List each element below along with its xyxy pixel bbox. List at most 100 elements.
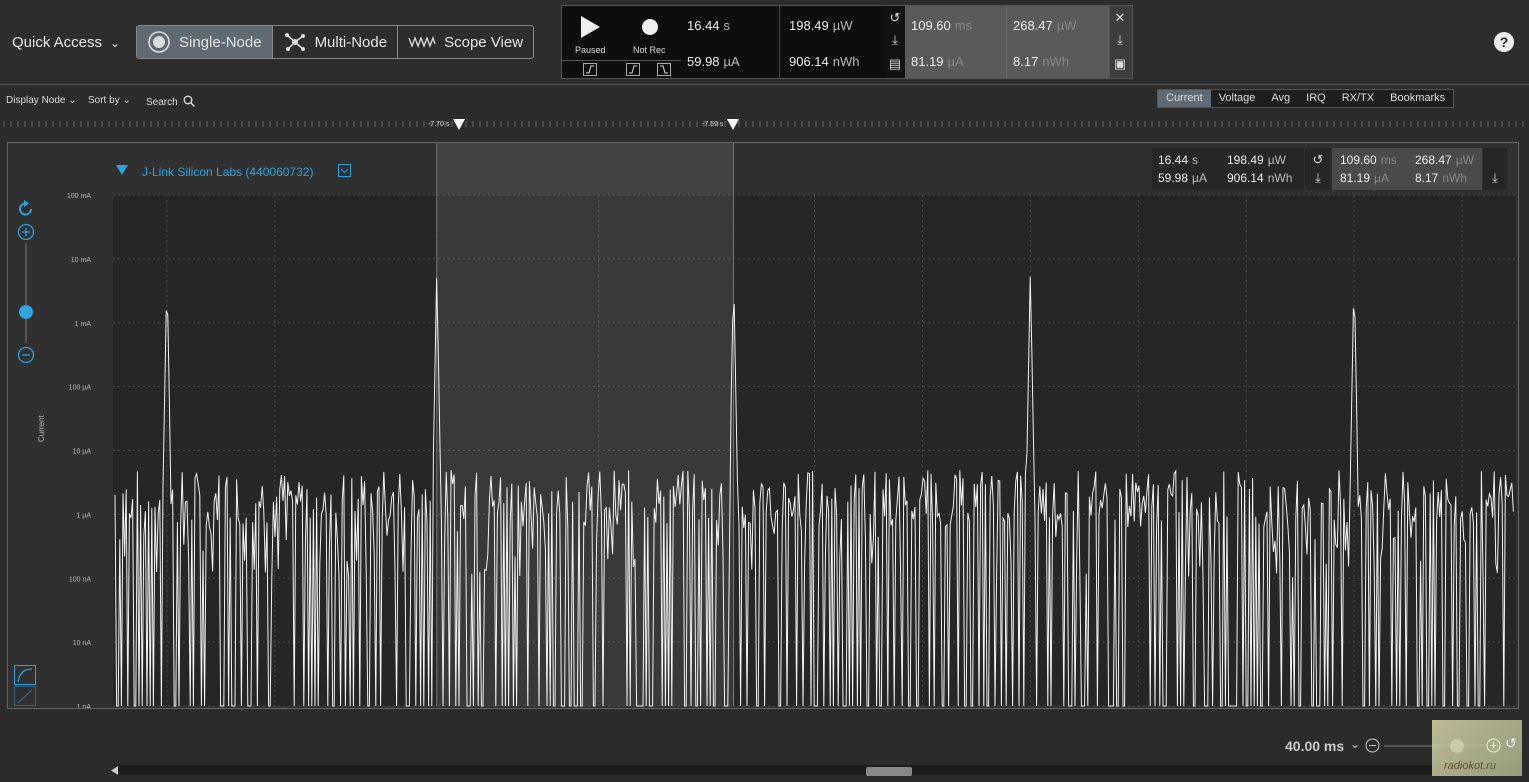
current-chart[interactable]: 100 mA 10 mA 1 mA 100 µA 10 µA 1 µA 100 nA 10 n… [8, 143, 1518, 708]
reset-icon[interactable]: ↺ [1308, 152, 1328, 168]
record-panel: Paused Not Rec [561, 5, 683, 79]
selection-actions: ✕ ⤓ ▣ [1109, 5, 1133, 79]
time-zoom-in-icon[interactable] [1486, 738, 1501, 753]
tab-bookmarks[interactable]: Bookmarks [1382, 90, 1453, 107]
y-tick-label: 1 nA [77, 704, 92, 708]
overlay-sel-actions: ⤓ [1483, 148, 1507, 190]
save-icon[interactable]: ⤓ [1110, 32, 1130, 48]
list-icon[interactable]: ▤ [885, 56, 905, 72]
y-tick-label: 10 nA [73, 640, 92, 647]
scrollbar-thumb[interactable] [866, 767, 912, 776]
overlay-power: 198.49 µW [1227, 153, 1286, 167]
reset-time-zoom-icon[interactable]: ↺ [1505, 735, 1517, 752]
multi-node-button[interactable]: Multi-Node [273, 26, 399, 58]
help-icon[interactable]: ? [1494, 32, 1514, 52]
save-icon[interactable]: ⤓ [1485, 170, 1505, 186]
sel-stat-current: 81.19 µA [911, 54, 964, 69]
search-icon [183, 95, 196, 108]
not-rec-label: Not Rec [633, 45, 666, 55]
y-axis-labels: 100 mA 10 mA 1 mA 100 µA 10 µA 1 µA 100 nA 10 n… [67, 193, 91, 708]
overlay-sel-time: 109.60 ms [1340, 153, 1397, 167]
selection-region [436, 143, 734, 706]
marker-left-label: -7.70 s [428, 121, 450, 128]
global-stats-panel: 16.44 s 59.98 µA 198.49 µW 906.14 nWh [681, 5, 885, 79]
stats-actions: ↺ ⤓ ▤ [885, 5, 905, 79]
sort-by-dropdown[interactable]: Sort by ⌄ [88, 95, 131, 106]
zoom-in-icon[interactable] [17, 223, 35, 241]
view-mode-group: Single-Node Multi-Node Scope View [136, 25, 535, 59]
sel-stat-energy: 8.17 nWh [1013, 54, 1070, 69]
single-node-icon [148, 31, 170, 53]
stat-current: 59.98 µA [687, 54, 740, 69]
tab-irq[interactable]: IRQ [1298, 90, 1334, 107]
time-zoom-value[interactable]: 40.00 ms [1285, 738, 1344, 754]
trigger-rising-icon[interactable] [583, 63, 597, 76]
display-node-dropdown[interactable]: Display Node ⌄ [6, 95, 77, 106]
overlay-energy: 906.14 nWh [1227, 171, 1293, 185]
tab-avg[interactable]: Avg [1263, 90, 1298, 107]
paused-label: Paused [575, 45, 606, 55]
stat-time: 16.44 s [687, 18, 731, 33]
node-dropdown-icon[interactable] [338, 164, 351, 177]
zoom-to-selection-icon[interactable]: ▣ [1110, 56, 1130, 72]
vertical-zoom-track[interactable] [25, 243, 27, 343]
multi-node-label: Multi-Node [314, 33, 388, 51]
single-node-button[interactable]: Single-Node [137, 26, 273, 58]
scroll-left-icon[interactable] [111, 766, 119, 775]
scope-view-icon [408, 36, 436, 48]
overlay-sel-power: 268.47 µW [1415, 153, 1474, 167]
overlay-current: 59.98 µA [1158, 171, 1207, 185]
tab-voltage[interactable]: Voltage [1211, 90, 1264, 107]
y-axis-title: Current [37, 415, 46, 442]
marker-right-handle[interactable] [726, 118, 740, 131]
chart-stats-overlay: 16.44 s 59.98 µA 198.49 µW 906.14 nWh [1152, 148, 1304, 190]
scope-view-button[interactable]: Scope View [398, 26, 533, 58]
chevron-down-icon: ⌄ [68, 95, 77, 106]
close-icon[interactable]: ✕ [1110, 10, 1130, 26]
record-icon[interactable] [641, 18, 659, 36]
vertical-zoom-thumb[interactable] [19, 305, 33, 319]
selection-stats-panel: 109.60 ms 81.19 µA 268.47 µW 8.17 nWh [905, 5, 1109, 79]
reset-icon[interactable]: ↺ [885, 10, 905, 26]
timeline-ruler[interactable] [0, 115, 1529, 133]
node-name: J-Link Silicon Labs (440060732) [142, 165, 314, 179]
quick-access-menu[interactable]: Quick Access ⌄ [12, 34, 120, 51]
save-icon[interactable]: ⤓ [885, 32, 905, 48]
single-node-label: Single-Node [179, 33, 262, 51]
graph-tabs: Current Voltage Avg IRQ RX/TX Bookmarks [1157, 89, 1455, 108]
collapse-triangle-icon[interactable] [116, 165, 128, 176]
stat-power: 198.49 µW [789, 18, 853, 33]
sel-stat-time: 109.60 ms [911, 18, 973, 33]
log-scale-icon[interactable] [14, 665, 36, 685]
search-button[interactable]: Search [146, 95, 196, 108]
save-icon[interactable]: ⤓ [1308, 170, 1328, 186]
chevron-down-icon: ⌄ [110, 36, 121, 50]
y-tick-label: 100 mA [67, 193, 91, 200]
y-tick-label: 100 µA [69, 385, 92, 392]
horizontal-scrollbar[interactable] [115, 765, 1520, 775]
y-tick-label: 100 nA [69, 576, 92, 583]
zoom-out-icon[interactable] [17, 346, 35, 364]
overlay-actions: ↺ ⤓ [1305, 148, 1331, 190]
chart-selection-overlay: 109.60 ms 81.19 µA 268.47 µW 8.17 nWh [1332, 148, 1482, 190]
y-tick-label: 10 µA [73, 449, 92, 456]
y-tick-label: 10 mA [71, 257, 92, 264]
marker-left-handle[interactable] [452, 118, 466, 131]
play-icon[interactable] [579, 15, 601, 39]
overlay-sel-current: 81.19 µA [1340, 171, 1389, 185]
trigger-falling-icon[interactable] [657, 63, 671, 76]
time-zoom-out-icon[interactable] [1365, 738, 1380, 753]
chevron-down-icon[interactable]: ⌄ [1350, 737, 1360, 751]
overlay-time: 16.44 s [1158, 153, 1199, 167]
y-tick-label: 1 mA [75, 321, 92, 328]
tab-rxtx[interactable]: RX/TX [1334, 90, 1382, 107]
tab-current[interactable]: Current [1158, 90, 1211, 107]
linear-scale-icon[interactable] [14, 686, 36, 706]
y-tick-label: 1 µA [76, 512, 91, 519]
multi-node-icon [284, 33, 305, 51]
sel-stat-power: 268.47 µW [1013, 18, 1077, 33]
scope-view-label: Scope View [444, 33, 524, 51]
reset-zoom-icon[interactable] [16, 199, 36, 219]
watermark-text: radiokot.ru [1444, 760, 1496, 772]
trigger-rising-icon-2[interactable] [626, 63, 640, 76]
